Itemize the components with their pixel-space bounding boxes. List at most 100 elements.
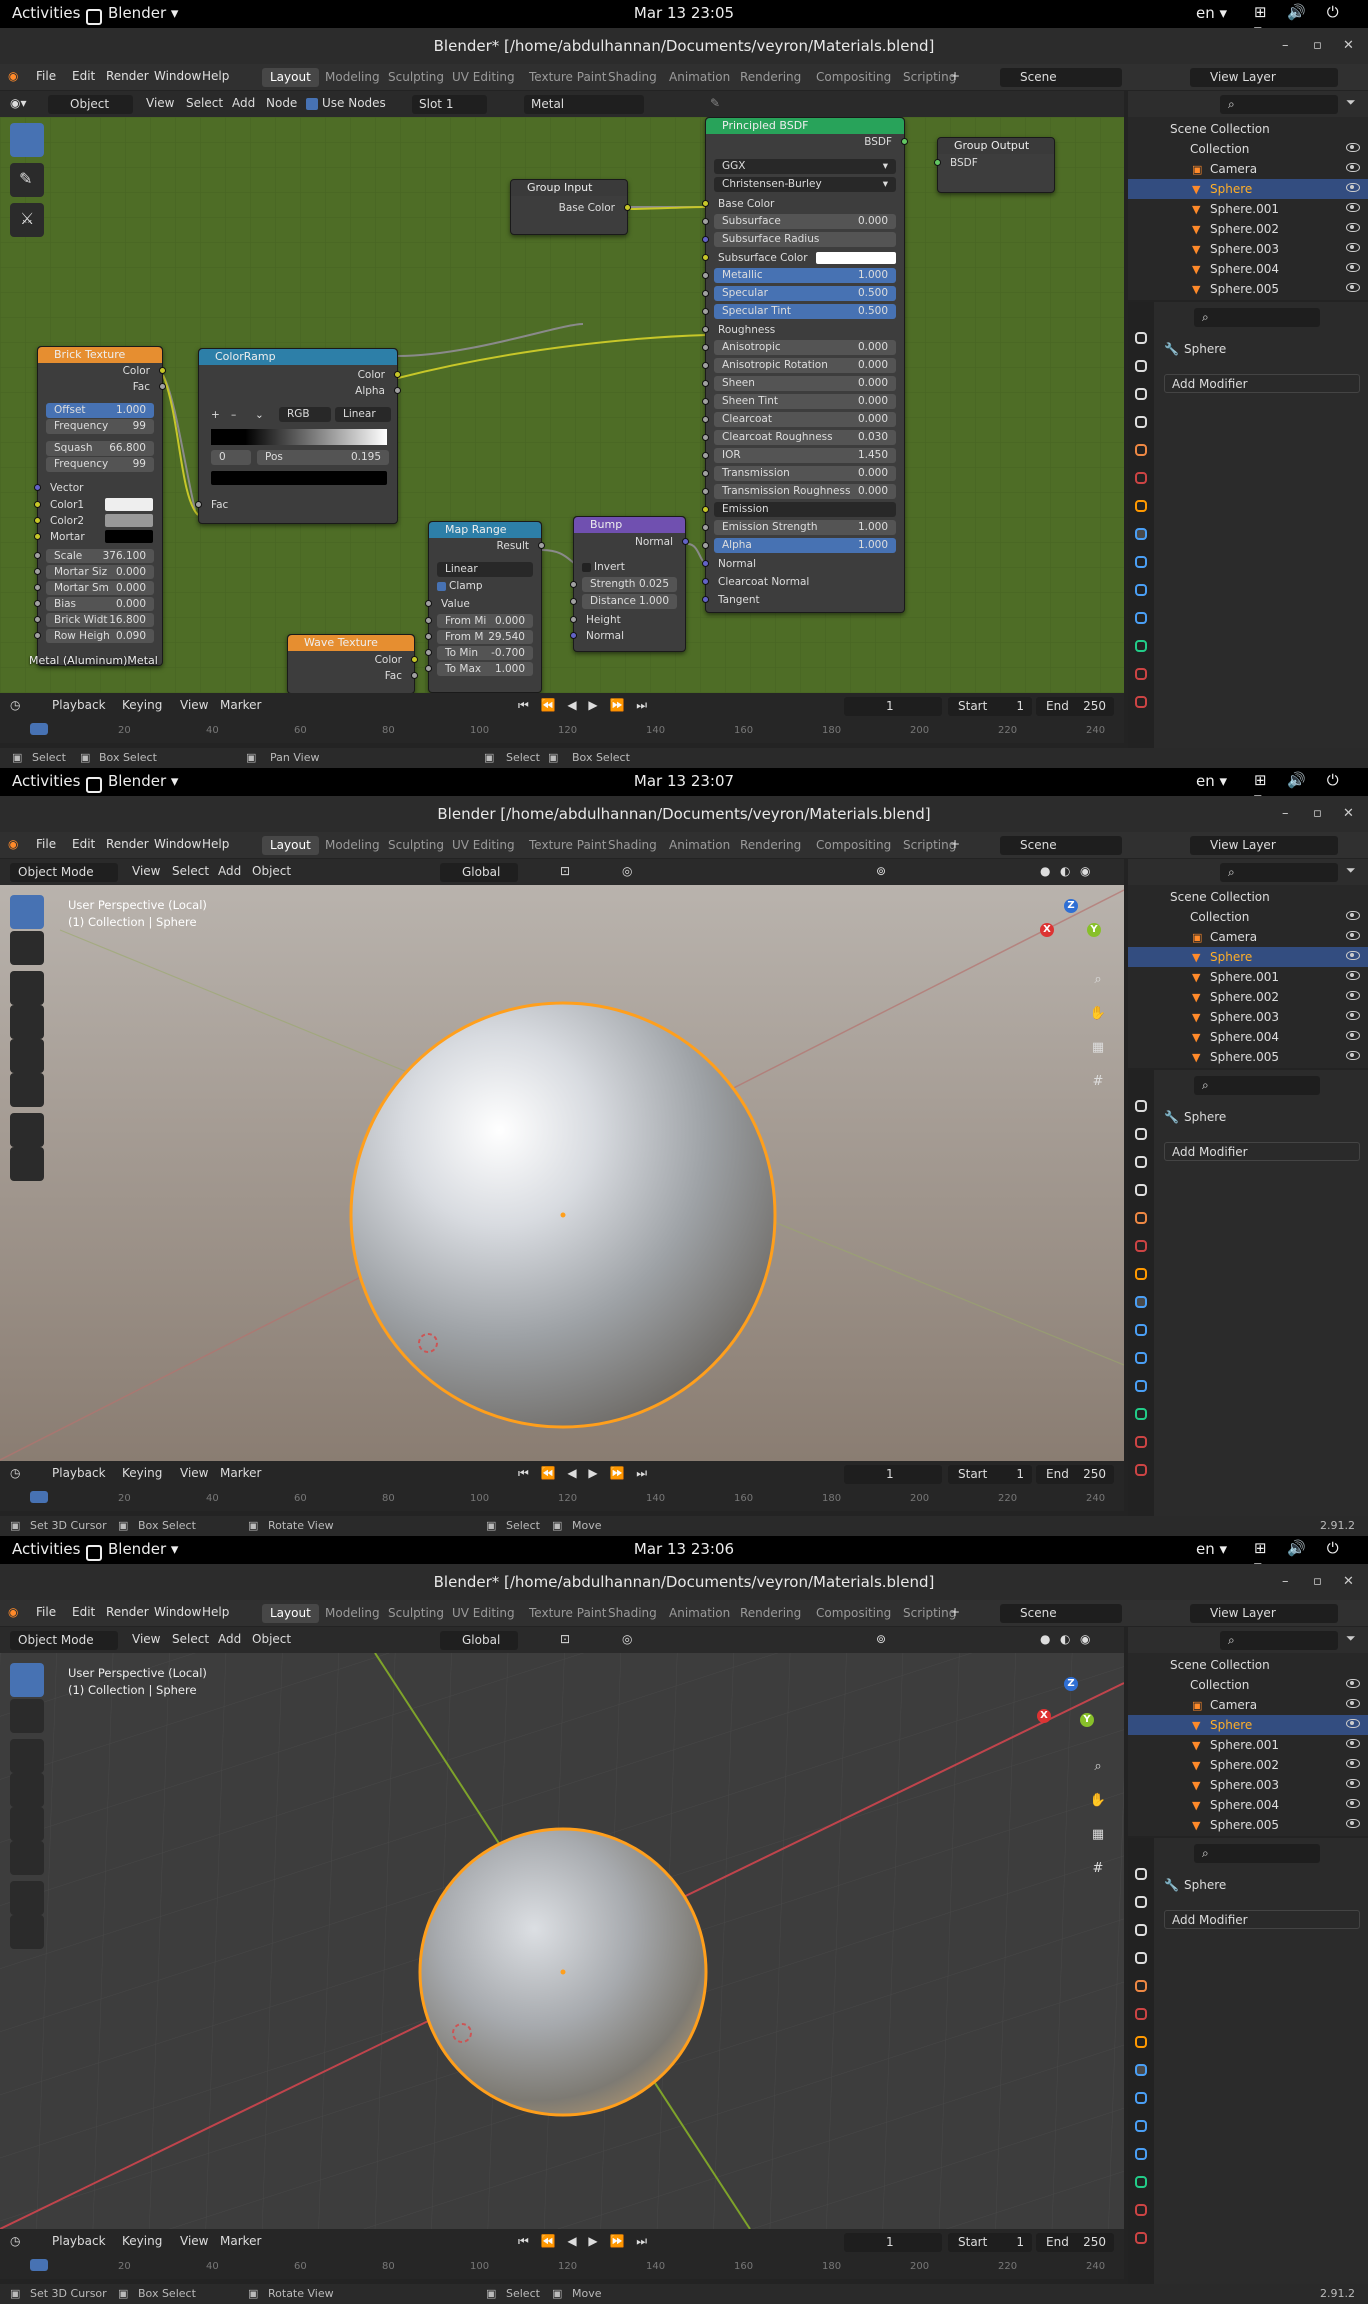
blender-logo-icon[interactable]: ◉	[8, 1605, 18, 1619]
brick-squash[interactable]: Squash 66.800	[46, 441, 154, 456]
properties-tab[interactable]	[1135, 1156, 1147, 1168]
viewport-3d[interactable]: User Perspective (Local) (1) Collection …	[0, 885, 1124, 1461]
map-range-field[interactable]: From M 29.540	[437, 630, 533, 644]
grid-icon[interactable]: #	[1086, 1857, 1110, 1881]
properties-tab[interactable]	[1135, 1268, 1147, 1280]
bump-height-socket[interactable]	[570, 616, 577, 623]
node-principled-bsdf[interactable]: Principled BSDF BSDF GGX ▾ Christensen-Bu…	[702, 117, 908, 613]
properties-tab[interactable]	[1135, 388, 1147, 400]
add-modifier-dropdown[interactable]: Add Modifier	[1164, 1142, 1360, 1161]
select-tool-button[interactable]	[10, 1663, 44, 1697]
playhead[interactable]	[30, 723, 48, 735]
properties-tab[interactable]	[1135, 556, 1147, 568]
timeline-playback[interactable]: Playback	[52, 2234, 106, 2248]
ramp-add-button[interactable]: +	[211, 407, 220, 423]
tab-shading[interactable]: Shading	[600, 68, 665, 87]
outliner-collection[interactable]: Collection	[1128, 139, 1368, 159]
shading-solid-icon[interactable]: ●	[1040, 1632, 1050, 1646]
brick-color-socket[interactable]	[159, 367, 166, 374]
outliner-item[interactable]: ▼ Sphere.001	[1128, 967, 1368, 987]
transform-tool-button[interactable]	[10, 1073, 44, 1107]
properties-tab[interactable]	[1135, 1408, 1147, 1420]
eye-icon[interactable]	[1346, 931, 1360, 940]
timeline-playback[interactable]: Playback	[52, 698, 106, 712]
bsdf-input-field[interactable]: Anisotropic Rotation 0.000	[714, 358, 896, 373]
clock[interactable]: Mar 13 23:06	[0, 1540, 1368, 1558]
pan-hand-icon[interactable]: ✋	[1086, 1002, 1110, 1026]
timeline-marker[interactable]: Marker	[220, 2234, 261, 2248]
bsdf-input-socket[interactable]	[702, 488, 709, 495]
end-value[interactable]: 250	[1083, 2233, 1106, 2252]
subsurface-color-swatch[interactable]	[816, 252, 896, 264]
properties-tab[interactable]	[1135, 2204, 1147, 2216]
start-value[interactable]: 1	[1016, 2233, 1024, 2252]
tab-uv-editing[interactable]: UV Editing	[444, 1604, 523, 1623]
properties-tab[interactable]	[1135, 528, 1147, 540]
properties-tab[interactable]	[1135, 696, 1147, 708]
tab-layout[interactable]: Layout	[262, 1604, 319, 1623]
properties-tab[interactable]	[1135, 2176, 1147, 2188]
outliner-item[interactable]: ▼ Sphere.003	[1128, 1775, 1368, 1795]
brick-param-field[interactable]: Bias 0.000	[46, 597, 154, 611]
add-modifier-dropdown[interactable]: Add Modifier	[1164, 1910, 1360, 1929]
proportional-icon[interactable]: ◎	[622, 864, 632, 878]
menu-view[interactable]: View	[132, 864, 160, 878]
bsdf-input-socket[interactable]	[702, 326, 709, 333]
language-menu[interactable]: en ▾	[1196, 1540, 1227, 1558]
bsdf-input-socket[interactable]	[702, 380, 709, 387]
end-frame-field[interactable]: End 250	[1036, 2233, 1114, 2252]
properties-search[interactable]: ⌕	[1194, 1844, 1320, 1863]
annotate-tool-button[interactable]	[10, 1113, 44, 1147]
pin-icon[interactable]: ✎	[710, 96, 720, 110]
menu-view[interactable]: View	[146, 96, 174, 110]
playback-controls[interactable]: ⏮ ⏪ ◀ ▶ ⏩ ⏭	[518, 2234, 651, 2249]
measure-tool-button[interactable]	[10, 1915, 44, 1949]
bsdf-input-field[interactable]: Clearcoat Roughness 0.030	[714, 430, 896, 445]
properties-tab[interactable]	[1135, 1896, 1147, 1908]
object-mode-dropdown[interactable]: Object Mode	[10, 863, 118, 882]
menu-file[interactable]: File	[36, 69, 56, 83]
properties-tab[interactable]	[1135, 2120, 1147, 2132]
menu-add[interactable]: Add	[218, 1632, 241, 1646]
eye-icon[interactable]	[1346, 1051, 1360, 1060]
node-group-input[interactable]: Group Input Base Color	[510, 179, 631, 235]
properties-tab[interactable]	[1135, 1868, 1147, 1880]
properties-tab[interactable]	[1135, 1184, 1147, 1196]
end-value[interactable]: 250	[1083, 697, 1106, 716]
eye-icon[interactable]	[1346, 1819, 1360, 1828]
group-output-socket[interactable]	[934, 159, 941, 166]
properties-tab[interactable]	[1135, 1128, 1147, 1140]
tab-shading[interactable]: Shading	[600, 836, 665, 855]
overlay-icon[interactable]: ⊚	[876, 864, 886, 878]
tab-rendering[interactable]: Rendering	[732, 68, 809, 87]
bsdf-input-socket[interactable]	[702, 290, 709, 297]
properties-tab[interactable]	[1135, 668, 1147, 680]
outliner-search[interactable]: ⌕	[1220, 95, 1338, 114]
rotate-tool-button[interactable]	[10, 1005, 44, 1039]
tab-modeling[interactable]: Modeling	[317, 836, 388, 855]
menu-file[interactable]: File	[36, 1605, 56, 1619]
outliner-item[interactable]: ▼ Sphere.002	[1128, 219, 1368, 239]
bsdf-input-field[interactable]: Sheen Tint 0.000	[714, 394, 896, 409]
tab-compositing[interactable]: Compositing	[808, 836, 899, 855]
timeline-view[interactable]: View	[180, 698, 208, 712]
current-frame-field[interactable]: 1	[844, 2233, 942, 2252]
timeline-marker[interactable]: Marker	[220, 698, 261, 712]
properties-tab[interactable]	[1135, 332, 1147, 344]
map-range-socket[interactable]	[425, 617, 432, 624]
eye-icon[interactable]	[1346, 1031, 1360, 1040]
bump-normal-out-socket[interactable]	[682, 538, 689, 545]
properties-tab[interactable]	[1135, 1924, 1147, 1936]
tab-shading[interactable]: Shading	[600, 1604, 665, 1623]
end-value[interactable]: 250	[1083, 1465, 1106, 1484]
menu-edit[interactable]: Edit	[72, 837, 95, 851]
menu-node[interactable]: Node	[266, 96, 297, 110]
zoom-icon[interactable]: ⌕	[1086, 968, 1110, 992]
properties-tab[interactable]	[1135, 1324, 1147, 1336]
properties-tab[interactable]	[1135, 2092, 1147, 2104]
add-workspace-button[interactable]: +	[950, 837, 960, 851]
maximize-button[interactable]: ▫	[1313, 796, 1322, 832]
bump-distance[interactable]: Distance 1.000	[582, 594, 677, 609]
bsdf-input-socket[interactable]	[702, 434, 709, 441]
menu-edit[interactable]: Edit	[72, 1605, 95, 1619]
